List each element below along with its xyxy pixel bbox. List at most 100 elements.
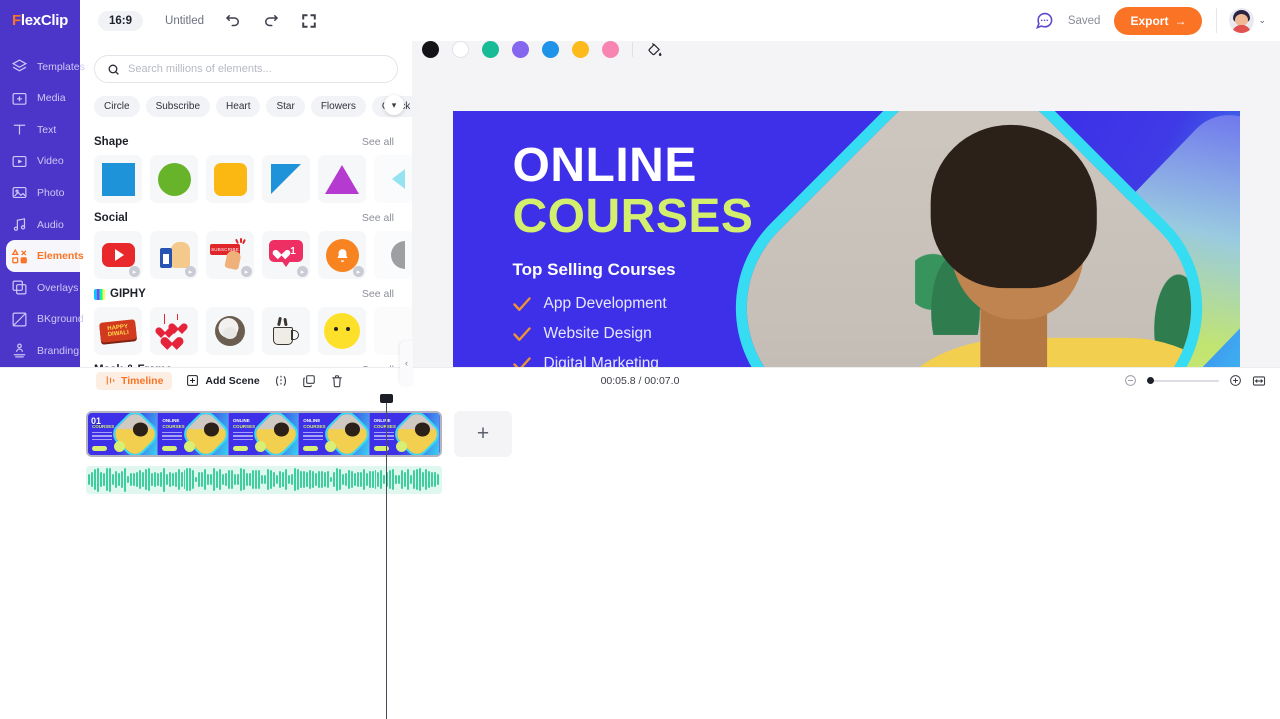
social-bell[interactable]: ▸ [318,231,366,279]
chip-circle[interactable]: Circle [94,96,140,117]
see-all-link[interactable]: See all [362,364,394,367]
sidebar-item-templates[interactable]: Templates [0,51,85,83]
list-item[interactable]: App Development [512,295,754,313]
shape-triangle[interactable] [318,155,366,203]
animated-badge-icon: ▸ [353,266,364,277]
sidebar-item-bkground[interactable]: BKground [0,303,84,335]
giphy-hearts-sticker[interactable] [150,307,198,355]
collapse-panel-button[interactable]: ‹ [400,341,413,385]
scene-clip-01[interactable]: 01 COURSES ONLINE COURSES ONLINE COURSES [86,410,442,457]
clip-title-text: ONLINE [303,417,321,423]
export-button[interactable]: Export → [1114,6,1203,35]
quick-filter-chips: Circle Subscribe Heart Star Flowers Chec… [80,83,421,117]
document-title[interactable]: Untitled [165,15,204,27]
zoom-slider-handle[interactable] [1147,377,1154,384]
giphy-happy-sticker[interactable]: HAPPY DIWALI [94,307,142,355]
section-title: GIPHY [94,288,146,300]
social-partial[interactable] [374,231,412,279]
canvas-title-line1[interactable]: ONLINE [513,141,754,191]
redo-icon[interactable] [262,12,280,30]
sidebar-item-branding[interactable]: Branding [0,335,80,367]
chip-flowers[interactable]: Flowers [310,96,366,117]
section-title: Mask & Frame [94,364,172,367]
search-box[interactable] [94,55,398,83]
sidebar-item-overlays[interactable]: Overlays [0,272,80,304]
chip-star[interactable]: Star [266,96,305,117]
chip-subscribe[interactable]: Subscribe [145,96,211,117]
trash-icon[interactable] [330,374,344,388]
fit-width-icon[interactable] [1252,374,1266,388]
shape-circle[interactable] [150,155,198,203]
see-all-link[interactable]: See all [362,288,394,300]
sidebar-nav: Templates Media Text Video Photo Audio E… [0,41,85,367]
shape-rounded-square[interactable] [206,155,254,203]
sidebar-item-elements[interactable]: Elements [6,240,84,272]
playhead-handle[interactable] [380,393,393,403]
chevron-down-icon[interactable]: ▾ [384,95,404,115]
section-title: Social [94,212,128,224]
split-icon[interactable] [274,374,288,388]
audio-track[interactable] [86,465,442,494]
zoom-slider[interactable] [1147,374,1219,387]
undo-icon[interactable] [224,12,242,30]
chip-heart[interactable]: Heart [216,96,261,117]
audio-waveform [86,466,442,494]
sidebar-item-photo[interactable]: Photo [0,177,80,209]
shape-right-triangle[interactable] [262,155,310,203]
list-item[interactable]: Website Design [512,325,754,343]
playhead[interactable] [380,393,393,719]
animated-badge-icon: ▸ [185,266,196,277]
social-subscribe[interactable]: SUBSCRIBE ▸ [206,231,254,279]
app-logo[interactable]: FlexClip [0,0,80,41]
clip-title-text: ONLINE [162,417,180,423]
color-swatch-teal[interactable] [482,41,499,58]
sidebar-item-text[interactable]: Text [0,114,80,146]
giphy-coffee-mug-sticker[interactable] [262,307,310,355]
canvas-title-line2[interactable]: COURSES [513,191,754,243]
color-swatch-blue[interactable] [542,41,559,58]
see-all-link[interactable]: See all [362,212,394,224]
section-title: Shape [94,136,129,148]
social-youtube[interactable]: ▸ [94,231,142,279]
duplicate-icon[interactable] [302,374,316,388]
see-all-link[interactable]: See all [362,136,394,148]
color-swatch-purple[interactable] [512,41,529,58]
comment-icon[interactable] [1035,11,1054,30]
social-instagram-like[interactable]: 1 ▸ [262,231,310,279]
shape-arrow-partial[interactable] [374,155,412,203]
sidebar-label: Overlays [37,281,79,294]
plus-circle-icon[interactable] [1229,374,1242,387]
clip-thumbnail: ONLINE COURSES [299,412,370,455]
giphy-dog-sticker[interactable] [206,307,254,355]
sidebar-item-media[interactable]: Media [0,83,80,115]
canvas-subtitle[interactable]: Top Selling Courses [513,260,754,280]
text-icon [11,121,28,138]
shape-square[interactable] [94,155,142,203]
sidebar-item-audio[interactable]: Audio [0,209,80,241]
search-input[interactable] [128,63,385,75]
timeline-icon [106,376,115,385]
clip-thumbnail: ONLINE COURSES [158,412,229,455]
export-arrow-icon: → [1174,13,1187,28]
social-facebook-like[interactable]: ▸ [150,231,198,279]
clip-title-text: COURSES [232,423,256,429]
timeline-add-scene-button[interactable]: + [454,410,512,457]
color-swatch-yellow[interactable] [572,41,589,58]
paint-bucket-icon[interactable] [646,41,663,58]
timeline-body[interactable]: 01 COURSES ONLINE COURSES ONLINE COURSES [0,393,1280,719]
sidebar-item-video[interactable]: Video [0,146,80,178]
account-menu[interactable]: ⌄ [1216,8,1266,33]
aspect-ratio-chip[interactable]: 16:9 [98,10,144,31]
color-swatch-black[interactable] [422,41,439,58]
sidebar-label: Audio [37,218,64,231]
tab-timeline[interactable]: Timeline [96,371,173,390]
giphy-sun-sticker[interactable] [318,307,366,355]
color-swatch-pink[interactable] [602,41,619,58]
timeline-tab-label: Timeline [121,374,164,387]
layers-icon [11,58,28,75]
color-swatch-white[interactable] [452,41,469,58]
minus-circle-icon[interactable] [1124,374,1137,387]
fullscreen-icon[interactable] [300,12,318,30]
photo-icon [11,184,28,201]
add-scene-button[interactable]: Add Scene [186,374,260,387]
